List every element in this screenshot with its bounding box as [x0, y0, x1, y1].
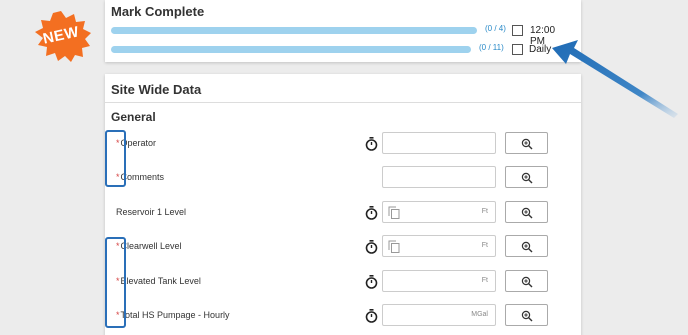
zoom-in-icon — [521, 138, 533, 150]
zoom-button[interactable] — [505, 166, 548, 188]
zoom-button[interactable] — [505, 235, 548, 257]
reservoir-1-level-input[interactable]: Ft — [382, 201, 496, 223]
copy-icon[interactable] — [388, 206, 400, 219]
divider — [105, 102, 581, 103]
field-row-reservoir-1-level: Reservoir 1 Level Ft — [105, 201, 581, 225]
elevated-tank-level-input[interactable]: Ft — [382, 270, 496, 292]
mark-complete-title: Mark Complete — [111, 4, 205, 19]
total-hs-pumpage-hourly-input[interactable]: MGal — [382, 304, 496, 326]
checkbox-icon[interactable] — [512, 44, 523, 55]
zoom-button[interactable] — [505, 132, 548, 154]
operator-input[interactable] — [382, 132, 496, 154]
field-row-comments: *Comments — [105, 166, 581, 190]
progress-count: (0 / 4) — [485, 24, 506, 33]
stopwatch-icon[interactable] — [365, 275, 378, 289]
stopwatch-icon[interactable] — [365, 309, 378, 323]
progress-row-1: (0 / 4) 12:00 PM — [111, 24, 571, 47]
stopwatch-icon[interactable] — [365, 240, 378, 254]
progress-row-2: (0 / 11) Daily — [111, 43, 571, 57]
required-highlight-box — [105, 237, 126, 328]
site-wide-title: Site Wide Data — [111, 82, 202, 97]
clearwell-level-input[interactable]: Ft — [382, 235, 496, 257]
zoom-button[interactable] — [505, 304, 548, 326]
progress-bar — [111, 46, 471, 53]
checkbox-icon[interactable] — [512, 25, 523, 36]
site-wide-data-card: Site Wide Data General *Operator *Commen… — [105, 74, 581, 335]
mark-complete-card: Mark Complete (0 / 4) 12:00 PM (0 / 11) … — [105, 0, 581, 62]
zoom-in-icon — [521, 172, 533, 184]
zoom-in-icon — [521, 207, 533, 219]
field-label: *Elevated Tank Level — [116, 276, 201, 286]
progress-bar — [111, 27, 477, 34]
copy-icon[interactable] — [388, 240, 400, 253]
field-row-clearwell-level: *Clearwell Level Ft — [105, 235, 581, 259]
zoom-in-icon — [521, 276, 533, 288]
progress-count: (0 / 11) — [479, 43, 504, 52]
stopwatch-icon[interactable] — [365, 206, 378, 220]
field-row-operator: *Operator — [105, 132, 581, 156]
field-row-elevated-tank-level: *Elevated Tank Level Ft — [105, 270, 581, 294]
zoom-in-icon — [521, 310, 533, 322]
field-row-total-hs-pumpage-hourly: *Total HS Pumpage - Hourly MGal — [105, 304, 581, 328]
field-label: Reservoir 1 Level — [116, 207, 187, 217]
unit-label: Ft — [481, 208, 488, 215]
zoom-in-icon — [521, 241, 533, 253]
new-badge: NEW — [30, 10, 92, 62]
unit-label: Ft — [481, 242, 488, 249]
comments-input[interactable] — [382, 166, 496, 188]
section-heading: General — [111, 110, 156, 124]
required-highlight-box — [105, 130, 126, 187]
field-label: *Total HS Pumpage - Hourly — [116, 310, 230, 320]
unit-label: MGal — [471, 311, 488, 318]
stopwatch-icon[interactable] — [365, 137, 378, 151]
zoom-button[interactable] — [505, 201, 548, 223]
zoom-button[interactable] — [505, 270, 548, 292]
unit-label: Ft — [481, 277, 488, 284]
